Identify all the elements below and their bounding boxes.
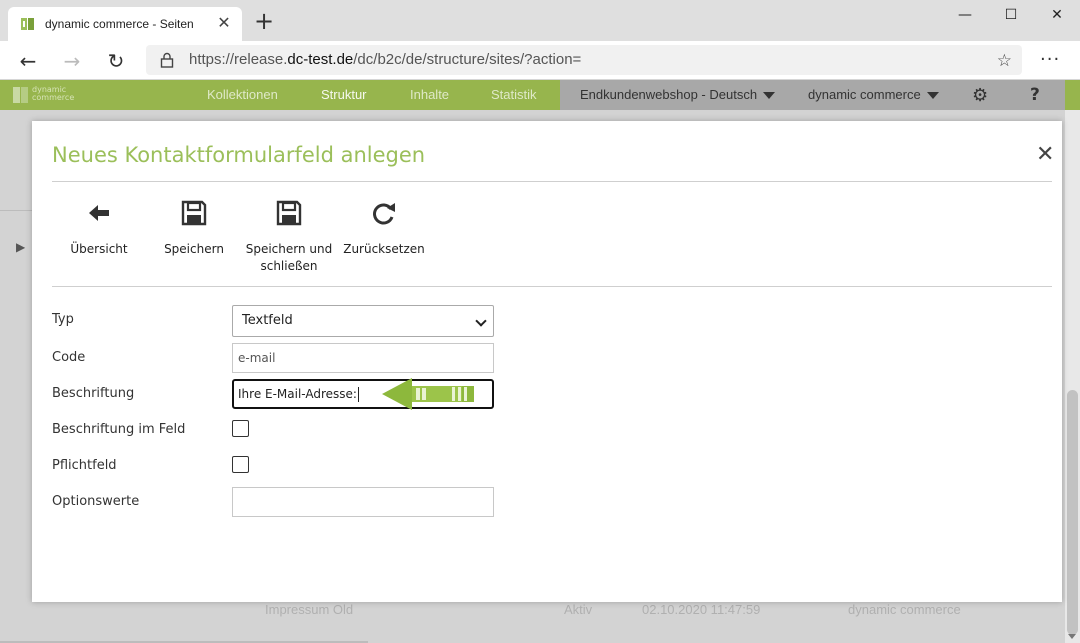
code-input[interactable]: e-mail bbox=[232, 343, 494, 373]
help-icon[interactable]: ? bbox=[1030, 85, 1040, 105]
close-icon[interactable]: ✕ bbox=[1036, 143, 1054, 167]
company-select[interactable]: dynamic commerce bbox=[808, 87, 939, 102]
divider bbox=[52, 181, 1052, 182]
caption-in-field-checkbox[interactable] bbox=[232, 420, 249, 437]
background-divider bbox=[0, 210, 32, 211]
nav-struktur[interactable]: Struktur bbox=[321, 87, 367, 102]
company-select-value: dynamic commerce bbox=[808, 87, 921, 102]
nav-inhalte[interactable]: Inhalte bbox=[410, 87, 449, 102]
nav-statistik[interactable]: Statistik bbox=[491, 87, 537, 102]
type-select[interactable]: Textfeld bbox=[232, 305, 494, 337]
shop-select[interactable]: Endkundenwebshop - Deutsch bbox=[580, 87, 776, 102]
caret-down-icon bbox=[926, 92, 939, 100]
arrow-left-icon bbox=[89, 205, 109, 221]
redo-icon bbox=[373, 203, 395, 225]
caption-label: Beschriftung bbox=[52, 386, 135, 401]
overview-button[interactable]: Übersicht bbox=[54, 199, 144, 258]
app-header: dynamic commerce Kollektionen Struktur I… bbox=[0, 80, 1080, 110]
scroll-thumb[interactable] bbox=[1067, 390, 1078, 635]
code-value: e-mail bbox=[238, 351, 276, 365]
dc-favicon-icon bbox=[21, 18, 34, 30]
type-label: Typ bbox=[52, 312, 74, 327]
forward-arrow-icon[interactable]: → bbox=[60, 49, 84, 73]
scroll-down-icon[interactable] bbox=[1068, 634, 1076, 639]
dc-logo-icon bbox=[13, 87, 28, 103]
create-field-dialog: Neues Kontaktformularfeld anlegen ✕ Über… bbox=[32, 121, 1062, 602]
save-button[interactable]: Speichern bbox=[149, 199, 239, 258]
window-close-icon[interactable]: ✕ bbox=[1034, 0, 1080, 30]
nav-kollektionen[interactable]: Kollektionen bbox=[207, 87, 278, 102]
required-checkbox[interactable] bbox=[232, 456, 249, 473]
reload-icon[interactable]: ↻ bbox=[104, 49, 128, 73]
header-right-panel: Endkundenwebshop - Deutsch dynamic comme… bbox=[560, 80, 1065, 110]
gear-icon[interactable]: ⚙ bbox=[972, 85, 988, 106]
required-label: Pflichtfeld bbox=[52, 458, 117, 473]
chevron-down-icon bbox=[475, 315, 487, 327]
favorite-star-icon[interactable]: ☆ bbox=[997, 51, 1012, 71]
option-values-input[interactable] bbox=[232, 487, 494, 517]
new-tab-icon[interactable]: + bbox=[254, 9, 274, 33]
address-bar: ← → ↻ https://release.dc-test.de/dc/b2c/… bbox=[0, 41, 1080, 80]
caret-down-icon bbox=[763, 92, 776, 100]
page-scrollbar[interactable] bbox=[1065, 110, 1080, 643]
pointer-arrow-icon bbox=[382, 378, 474, 410]
background-row-date: 02.10.2020 11:47:59 bbox=[642, 602, 761, 617]
back-arrow-icon[interactable]: ← bbox=[16, 49, 40, 73]
overview-label: Übersicht bbox=[70, 242, 128, 256]
caption-value: Ihre E-Mail-Adresse: bbox=[238, 387, 357, 401]
save-label: Speichern bbox=[164, 242, 224, 256]
type-select-value: Textfeld bbox=[242, 313, 293, 328]
expand-arrow-icon: ▶ bbox=[16, 240, 26, 254]
save-and-close-label: Speichern und schließen bbox=[244, 241, 334, 275]
background-row-status: Aktiv bbox=[564, 602, 593, 617]
more-menu-icon[interactable]: ··· bbox=[1040, 49, 1060, 70]
tab-close-icon[interactable]: ✕ bbox=[214, 13, 234, 33]
dc-logo[interactable]: dynamic commerce bbox=[12, 84, 82, 106]
text-cursor bbox=[357, 387, 359, 402]
lock-icon bbox=[160, 52, 174, 68]
url-path: /dc/b2c/de/structure/sites/?action= bbox=[353, 51, 582, 68]
browser-tab-bar: dynamic commerce - Seiten ✕ + — ☐ ✕ bbox=[0, 0, 1080, 41]
minimize-icon[interactable]: — bbox=[942, 0, 988, 30]
reset-button[interactable]: Zurücksetzen bbox=[339, 199, 429, 258]
dialog-title: Neues Kontaktformularfeld anlegen bbox=[52, 143, 426, 167]
logo-text: dynamic commerce bbox=[32, 86, 74, 102]
background-row-user: dynamic commerce bbox=[848, 602, 961, 617]
browser-tab[interactable]: dynamic commerce - Seiten ✕ bbox=[8, 7, 242, 41]
maximize-icon[interactable]: ☐ bbox=[988, 0, 1034, 30]
logo-line2: commerce bbox=[32, 93, 75, 102]
tab-title: dynamic commerce - Seiten bbox=[45, 17, 194, 31]
url-prefix: https://release. bbox=[189, 51, 288, 68]
reset-label: Zurücksetzen bbox=[343, 242, 425, 256]
shop-select-value: Endkundenwebshop - Deutsch bbox=[580, 87, 758, 102]
save-and-close-button[interactable]: Speichern und schließen bbox=[244, 199, 334, 275]
background-row-name: Impressum Old bbox=[265, 602, 354, 617]
save-close-line2: schließen bbox=[260, 259, 318, 273]
url-text: https://release.dc-test.de/dc/b2c/de/str… bbox=[189, 51, 581, 68]
floppy-disk-icon bbox=[181, 200, 207, 226]
floppy-disk-icon bbox=[276, 200, 302, 226]
caption-in-field-label: Beschriftung im Feld bbox=[52, 422, 186, 437]
save-close-line1: Speichern und bbox=[245, 242, 333, 256]
url-field[interactable]: https://release.dc-test.de/dc/b2c/de/str… bbox=[146, 45, 1022, 75]
code-label: Code bbox=[52, 350, 86, 365]
option-values-label: Optionswerte bbox=[52, 494, 140, 509]
url-domain: dc-test.de bbox=[287, 51, 354, 68]
divider bbox=[52, 286, 1052, 287]
